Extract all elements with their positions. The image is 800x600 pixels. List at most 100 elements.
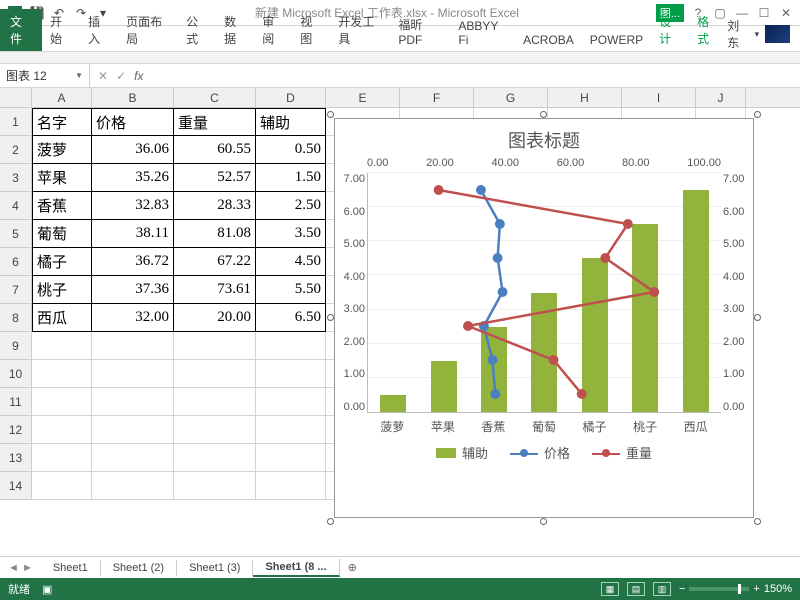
view-pagelayout-icon[interactable]: ▤ [627, 582, 645, 596]
cell[interactable] [92, 472, 174, 500]
tab-abbyy[interactable]: ABBYY Fi [450, 15, 515, 51]
cell[interactable] [256, 360, 326, 388]
row-header[interactable]: 6 [0, 248, 32, 276]
row-header[interactable]: 9 [0, 332, 32, 360]
col-header[interactable]: E [326, 88, 400, 107]
cell[interactable]: 67.22 [174, 248, 256, 276]
cell[interactable] [174, 332, 256, 360]
row-header[interactable]: 11 [0, 388, 32, 416]
fx-icon[interactable]: fx [134, 69, 143, 83]
cell[interactable]: 52.57 [174, 164, 256, 192]
zoom-slider[interactable] [689, 587, 749, 591]
cell[interactable]: 3.50 [256, 220, 326, 248]
cell[interactable] [256, 388, 326, 416]
col-header[interactable]: D [256, 88, 326, 107]
zoom-in-icon[interactable]: + [753, 583, 759, 595]
tab-review[interactable]: 审阅 [254, 9, 292, 51]
cell[interactable]: 37.36 [92, 276, 174, 304]
tab-insert[interactable]: 插入 [80, 9, 118, 51]
row-header[interactable]: 1 [0, 108, 32, 136]
tab-format[interactable]: 格式 [689, 9, 727, 51]
tab-home[interactable]: 开始 [42, 9, 80, 51]
view-pagebreak-icon[interactable]: ▥ [653, 582, 671, 596]
chart-title[interactable]: 图表标题 [335, 119, 753, 157]
cell[interactable]: 4.50 [256, 248, 326, 276]
cell[interactable] [32, 444, 92, 472]
chart-legend[interactable]: 辅助 价格 重量 [335, 437, 753, 468]
sheet-tab[interactable]: Sheet1 (8 ... [253, 559, 339, 577]
tab-foxin[interactable]: 福昕PDF [390, 12, 450, 51]
cell[interactable]: 60.55 [174, 136, 256, 164]
cell[interactable]: 73.61 [174, 276, 256, 304]
tab-design[interactable]: 设计 [651, 9, 689, 51]
cell[interactable] [174, 416, 256, 444]
cell[interactable] [32, 416, 92, 444]
zoom-out-icon[interactable]: − [679, 583, 685, 595]
macro-icon[interactable]: ▣ [42, 583, 52, 596]
grid[interactable]: A B C D E F G H I J 1名字价格重量辅助2菠萝36.0660.… [0, 88, 800, 556]
row-header[interactable]: 2 [0, 136, 32, 164]
cell[interactable]: 5.50 [256, 276, 326, 304]
tab-acrobat[interactable]: ACROBA [515, 29, 582, 51]
cell[interactable]: 28.33 [174, 192, 256, 220]
row-header[interactable]: 7 [0, 276, 32, 304]
cell[interactable]: 橘子 [32, 248, 92, 276]
sheet-tab[interactable]: Sheet1 [41, 560, 101, 576]
col-header[interactable]: F [400, 88, 474, 107]
cell[interactable]: 35.26 [92, 164, 174, 192]
sheet-tab[interactable]: Sheet1 (3) [177, 560, 253, 576]
sheet-tab[interactable]: Sheet1 (2) [101, 560, 177, 576]
cell[interactable]: 32.00 [92, 304, 174, 332]
cell[interactable] [256, 332, 326, 360]
cell[interactable] [92, 416, 174, 444]
cell[interactable]: 20.00 [174, 304, 256, 332]
zoom-control[interactable]: − + 150% [679, 583, 792, 595]
cell[interactable] [174, 444, 256, 472]
cell[interactable] [174, 388, 256, 416]
cell[interactable] [92, 332, 174, 360]
row-header[interactable]: 14 [0, 472, 32, 500]
cell[interactable]: 菠萝 [32, 136, 92, 164]
cell[interactable]: 38.11 [92, 220, 174, 248]
row-header[interactable]: 4 [0, 192, 32, 220]
tab-layout[interactable]: 页面布局 [118, 9, 178, 51]
cell[interactable]: 桃子 [32, 276, 92, 304]
cell[interactable] [32, 332, 92, 360]
cell[interactable]: 36.06 [92, 136, 174, 164]
row-header[interactable]: 8 [0, 304, 32, 332]
cell[interactable]: 葡萄 [32, 220, 92, 248]
cell[interactable] [92, 388, 174, 416]
cell[interactable]: 32.83 [92, 192, 174, 220]
cell[interactable]: 0.50 [256, 136, 326, 164]
col-header[interactable]: C [174, 88, 256, 107]
col-header[interactable]: H [548, 88, 622, 107]
view-normal-icon[interactable]: ▦ [601, 582, 619, 596]
cell[interactable] [32, 388, 92, 416]
cell[interactable]: 西瓜 [32, 304, 92, 332]
col-header[interactable]: I [622, 88, 696, 107]
cell[interactable] [32, 360, 92, 388]
cell[interactable] [92, 360, 174, 388]
cell[interactable]: 苹果 [32, 164, 92, 192]
row-header[interactable]: 13 [0, 444, 32, 472]
cancel-formula-icon[interactable]: ✕ [98, 69, 108, 83]
cell[interactable] [174, 472, 256, 500]
cell[interactable]: 价格 [92, 108, 174, 136]
cell[interactable]: 1.50 [256, 164, 326, 192]
col-header[interactable]: B [92, 88, 174, 107]
tab-file[interactable]: 文件 [0, 9, 42, 51]
col-header[interactable]: G [474, 88, 548, 107]
name-box[interactable]: 图表 12 ▼ [0, 64, 90, 87]
row-header[interactable]: 12 [0, 416, 32, 444]
cell[interactable] [256, 444, 326, 472]
select-all-corner[interactable] [0, 88, 32, 107]
cell[interactable] [92, 444, 174, 472]
cell[interactable]: 辅助 [256, 108, 326, 136]
cell[interactable]: 香蕉 [32, 192, 92, 220]
cell[interactable] [256, 416, 326, 444]
cell[interactable]: 重量 [174, 108, 256, 136]
cell[interactable] [256, 472, 326, 500]
tab-formula[interactable]: 公式 [178, 9, 216, 51]
row-header[interactable]: 5 [0, 220, 32, 248]
chevron-down-icon[interactable]: ▼ [75, 71, 83, 80]
